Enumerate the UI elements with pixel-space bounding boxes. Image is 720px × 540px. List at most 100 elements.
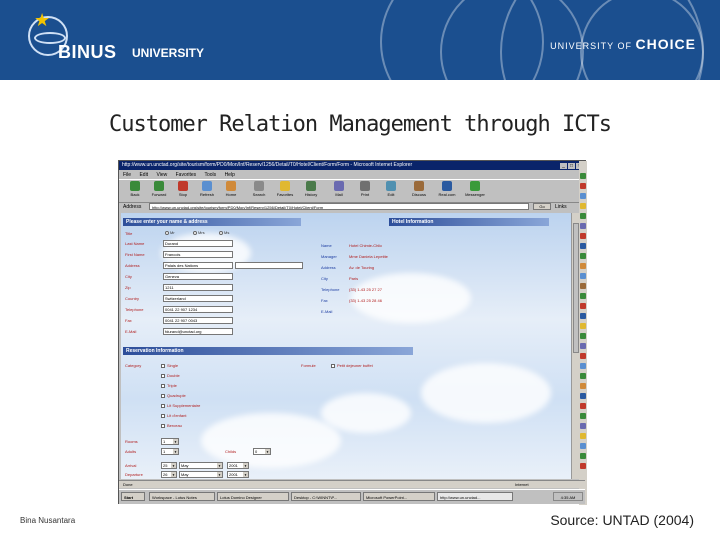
- departure-month-select[interactable]: May: [179, 471, 223, 478]
- menu-file[interactable]: File: [123, 172, 131, 178]
- taskbar-item[interactable]: Lotus Domino Designer: [217, 492, 289, 501]
- arrival-year-select[interactable]: 2001: [227, 462, 249, 469]
- address-line2-input[interactable]: [235, 262, 303, 269]
- toolbar-label: Search: [252, 192, 266, 197]
- menu-help[interactable]: Help: [225, 172, 235, 178]
- tool-icon[interactable]: [580, 433, 586, 439]
- children-select[interactable]: 0: [253, 448, 271, 455]
- tool-icon[interactable]: [580, 443, 586, 449]
- realcom-icon: [442, 181, 452, 191]
- tool-icon[interactable]: [580, 183, 586, 189]
- arrival-month-select[interactable]: May: [179, 462, 223, 469]
- menu-tools[interactable]: Tools: [204, 172, 216, 178]
- edit-button[interactable]: Edit: [381, 181, 401, 201]
- messenger-button[interactable]: Messenger: [465, 181, 485, 201]
- back-button[interactable]: Back: [125, 181, 145, 201]
- hotel-section-header: Hotel Information: [389, 218, 549, 226]
- category-double-checkbox[interactable]: Double: [161, 373, 180, 378]
- taskbar-item[interactable]: Microsoft PowerPoint...: [363, 492, 435, 501]
- tool-icon[interactable]: [580, 243, 586, 249]
- telephone-input[interactable]: 0041 22 907 1234: [163, 306, 233, 313]
- tool-icon[interactable]: [580, 273, 586, 279]
- tool-icon[interactable]: [580, 303, 586, 309]
- home-button[interactable]: Home: [221, 181, 241, 201]
- category-cradle-checkbox[interactable]: Berceau: [161, 423, 182, 428]
- links-label[interactable]: Links: [555, 202, 567, 212]
- tool-icon[interactable]: [580, 413, 586, 419]
- category-extra-bed-checkbox[interactable]: Lit Supplementaire: [161, 403, 200, 408]
- tool-icon[interactable]: [580, 173, 586, 179]
- tool-icon[interactable]: [580, 323, 586, 329]
- mail-button[interactable]: Mail: [329, 181, 349, 201]
- search-button[interactable]: Search: [249, 181, 269, 201]
- address-input[interactable]: http://www.un.unctad.org/site/tourism/fo…: [149, 203, 529, 210]
- tool-icon[interactable]: [580, 193, 586, 199]
- tool-icon[interactable]: [580, 213, 586, 219]
- tool-icon[interactable]: [580, 313, 586, 319]
- tool-icon[interactable]: [580, 373, 586, 379]
- tool-icon[interactable]: [580, 283, 586, 289]
- breakfast-checkbox[interactable]: Petit dejeuner buffet: [331, 363, 373, 368]
- tool-icon[interactable]: [580, 423, 586, 429]
- history-button[interactable]: History: [301, 181, 321, 201]
- country-input[interactable]: Switzerland: [163, 295, 233, 302]
- stop-button[interactable]: Stop: [173, 181, 193, 201]
- refresh-button[interactable]: Refresh: [197, 181, 217, 201]
- menu-view[interactable]: View: [156, 172, 167, 178]
- go-button[interactable]: Go: [533, 203, 551, 210]
- hotel-label: E-Mail: [321, 309, 333, 314]
- tool-icon[interactable]: [580, 383, 586, 389]
- fax-input[interactable]: 0041 22 907 0043: [163, 317, 233, 324]
- category-single-checkbox[interactable]: Single: [161, 363, 178, 368]
- tool-icon[interactable]: [580, 403, 586, 409]
- maximize-icon[interactable]: □: [568, 163, 575, 169]
- tool-icon[interactable]: [580, 223, 586, 229]
- first-name-input[interactable]: Francois: [163, 251, 233, 258]
- rooms-select[interactable]: 1: [161, 438, 179, 445]
- tool-icon[interactable]: [580, 463, 586, 469]
- arrival-day-select[interactable]: 25: [161, 462, 177, 469]
- tool-icon[interactable]: [580, 343, 586, 349]
- tagline-word: CHOICE: [635, 36, 696, 52]
- category-child-bed-checkbox[interactable]: Lit d'enfant: [161, 413, 186, 418]
- taskbar-item[interactable]: Workspace - Lotus Notes: [149, 492, 215, 501]
- discuss-button[interactable]: Discuss: [409, 181, 429, 201]
- tool-icon[interactable]: [580, 253, 586, 259]
- title-radio-ms[interactable]: Ms: [219, 230, 229, 235]
- title-radio-mrs[interactable]: Mrs: [193, 230, 205, 235]
- category-triple-checkbox[interactable]: Triple: [161, 383, 177, 388]
- email-input[interactable]: fdurand@unctad.org: [163, 328, 233, 335]
- tool-icon[interactable]: [580, 353, 586, 359]
- breakfast-label: Formule: [301, 363, 316, 368]
- address-line1-input[interactable]: Palais des Nations: [163, 262, 233, 269]
- tool-icon[interactable]: [580, 453, 586, 459]
- departure-year-select[interactable]: 2001: [227, 471, 249, 478]
- start-button[interactable]: Start: [121, 492, 145, 501]
- departure-day-select[interactable]: 26: [161, 471, 177, 478]
- adults-select[interactable]: 1: [161, 448, 179, 455]
- toolbar-label: Favorites: [276, 192, 294, 197]
- forward-button[interactable]: Forward: [149, 181, 169, 201]
- tool-icon[interactable]: [580, 293, 586, 299]
- menu-edit[interactable]: Edit: [139, 172, 148, 178]
- tool-icon[interactable]: [580, 203, 586, 209]
- zip-input[interactable]: 1211: [163, 284, 233, 291]
- city-input[interactable]: Geneva: [163, 273, 233, 280]
- tool-icon[interactable]: [580, 233, 586, 239]
- category-quadruple-checkbox[interactable]: Quadruple: [161, 393, 186, 398]
- university-word: UNIVERSITY: [132, 46, 205, 60]
- minimize-icon[interactable]: _: [560, 163, 567, 169]
- tool-icon[interactable]: [580, 363, 586, 369]
- tool-icon[interactable]: [580, 263, 586, 269]
- taskbar-item[interactable]: Desktop - C:\WINNT\P...: [291, 492, 361, 501]
- taskbar-item-active[interactable]: http://www.un.unctad...: [437, 492, 513, 501]
- tool-icon[interactable]: [580, 393, 586, 399]
- print-button[interactable]: Print: [355, 181, 375, 201]
- title-radio-mr[interactable]: Mr: [165, 230, 175, 235]
- realcom-button[interactable]: Real.com: [437, 181, 457, 201]
- hotel-value: Paris: [349, 276, 359, 281]
- tool-icon[interactable]: [580, 333, 586, 339]
- last-name-input[interactable]: Durand: [163, 240, 233, 247]
- menu-favorites[interactable]: Favorites: [176, 172, 197, 178]
- favorites-button[interactable]: Favorites: [275, 181, 295, 201]
